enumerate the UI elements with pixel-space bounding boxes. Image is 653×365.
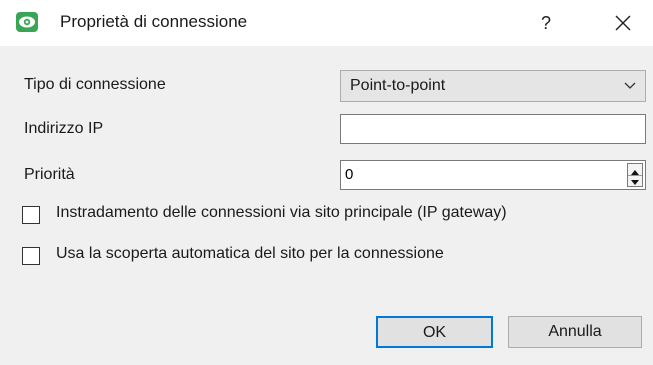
ip-address-input[interactable] [340, 114, 646, 144]
ip-address-label: Indirizzo IP [24, 120, 104, 137]
priority-value: 0 [345, 166, 354, 183]
connection-type-value: Point-to-point [350, 77, 446, 94]
dialog-body: Tipo di connessione Point-to-point Indir… [0, 46, 653, 365]
priority-spinbox[interactable]: 0 [340, 160, 646, 190]
title-bar: Proprietà di connessione ? [0, 0, 653, 46]
chevron-down-icon [624, 82, 636, 89]
ok-button[interactable]: OK [376, 316, 493, 348]
ip-gateway-label: Instradamento delle connessioni via sito… [56, 204, 507, 221]
priority-stepper[interactable] [627, 163, 643, 187]
auto-discovery-checkbox[interactable] [22, 247, 40, 265]
cancel-button[interactable]: Annulla [508, 316, 642, 348]
ip-gateway-checkbox[interactable] [22, 206, 40, 224]
priority-label: Priorità [24, 166, 75, 183]
close-icon [615, 15, 631, 31]
connection-type-label: Tipo di connessione [24, 76, 166, 93]
close-button[interactable] [608, 8, 638, 38]
help-button[interactable]: ? [532, 8, 560, 38]
eye-icon [16, 12, 38, 32]
auto-discovery-label: Usa la scoperta automatica del sito per … [56, 245, 444, 262]
window-title: Proprietà di connessione [60, 12, 248, 31]
connection-type-select[interactable]: Point-to-point [340, 70, 646, 102]
triangle-down-icon [631, 180, 639, 185]
spin-down-button[interactable] [628, 175, 642, 186]
